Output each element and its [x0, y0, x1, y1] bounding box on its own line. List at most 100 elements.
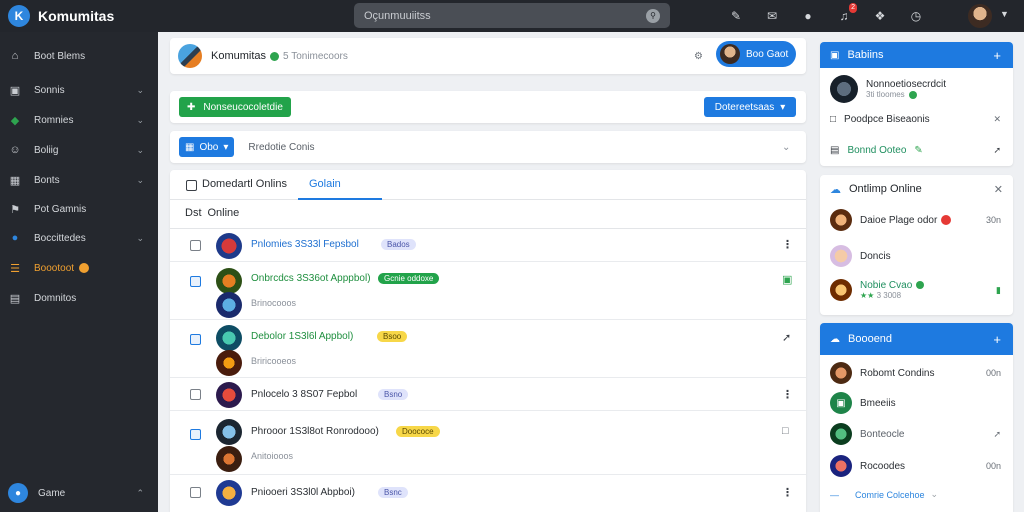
sidebar-bottom-label: Game: [38, 487, 66, 499]
create-post-button[interactable]: ✚ Nonseucocoletdie: [179, 97, 291, 117]
list-item[interactable]: Pniooeri 3S3l0l Abpboi) Bsnc ⋮: [170, 475, 806, 512]
item-time: 00n: [985, 368, 1001, 378]
user-time: 30n: [985, 215, 1001, 225]
panel-header: ☁ Ontlimp Online ✕: [820, 175, 1013, 203]
sidebar-item-pot-gamnis[interactable]: ⚑ Pot Gamnis: [0, 197, 158, 221]
post-tag: Bsoo: [377, 331, 408, 342]
brand[interactable]: K Komumitas: [0, 5, 160, 27]
list-item[interactable]: Debolor 1S3l6l Appbol) Bsoo Briricooeos …: [170, 320, 806, 378]
pin-icon[interactable]: ➚: [993, 145, 1001, 156]
sidebar-item-romnies[interactable]: ◆ Romnies ⌄: [0, 108, 158, 132]
sidebar-item-domnitos[interactable]: ▤ Domnitos: [0, 286, 158, 310]
chat-icon[interactable]: ✉: [764, 8, 780, 24]
select-all-checkbox[interactable]: [186, 180, 197, 191]
list-item[interactable]: Pnlomies 3S33l Fepsbol Bados ⋮: [170, 229, 806, 262]
home-icon: ⌂: [11, 50, 19, 62]
circle-icon: ●: [11, 232, 19, 244]
post-title[interactable]: Phrooor 1S3l8ot Ronrodooo): [251, 426, 379, 437]
panel-list-item[interactable]: Rocoodes 00n: [830, 455, 1005, 477]
sort-button[interactable]: Dotereetsaas ▾: [704, 97, 796, 117]
row-checkbox[interactable]: [190, 487, 201, 498]
clock-icon[interactable]: ◷: [908, 8, 924, 24]
filter-label: Rredotie Conis: [248, 141, 315, 153]
panel-list-item[interactable]: Bonteocle ➚: [830, 423, 1005, 445]
more-menu-icon[interactable]: ⋮: [782, 238, 793, 251]
add-icon[interactable]: +: [993, 48, 1001, 63]
post-title[interactable]: Pnlocelo 3 8S07 Fepbol: [251, 389, 357, 400]
row-checkbox[interactable]: [190, 276, 201, 287]
row-checkbox[interactable]: [190, 389, 201, 400]
sidebar-item-boootoot[interactable]: ☰ Boootoot: [0, 256, 158, 280]
panel-list-item[interactable]: ▤ Bonnd Ooteo ✎ ➚: [830, 145, 1005, 156]
post-title[interactable]: Pniooeri 3S3l0l Abpboi): [251, 487, 355, 498]
sidebar-item-sonnis[interactable]: ▣ Sonnis ⌄: [0, 78, 158, 102]
edit-icon[interactable]: ✎: [728, 8, 744, 24]
search-icon[interactable]: ⚲: [646, 8, 660, 23]
chevron-down-icon[interactable]: ▼: [1000, 9, 1009, 19]
settings-icon[interactable]: ⚙: [694, 51, 703, 62]
more-menu-icon[interactable]: ⋮: [782, 388, 793, 401]
chevron-down-icon: ⌄: [136, 114, 144, 125]
item-name: Rocoodes: [860, 460, 906, 472]
search-input[interactable]: Oçunmuuiitss: [364, 10, 646, 22]
post-title[interactable]: Onbrcdcs 3S36ot Apppbol): [251, 273, 371, 284]
sidebar-item-bonts[interactable]: ▦ Bonts ⌄: [0, 168, 158, 192]
list-item[interactable]: Phrooor 1S3l8ot Ronrodooo) Doococe Anito…: [170, 411, 806, 475]
community-meta: 5 Tonimecoors: [283, 50, 348, 62]
post-author: Brinocooos: [251, 298, 297, 308]
search-bar[interactable]: Oçunmuuiitss ⚲: [354, 3, 670, 28]
sidebar-item-boliig[interactable]: ☺ Boliig ⌄: [0, 138, 158, 162]
row-checkbox[interactable]: [190, 429, 201, 440]
tab-golain[interactable]: Golain: [298, 170, 382, 200]
panel-footer-link[interactable]: — Comrie Colcehoe ⌄: [830, 489, 1005, 500]
online-user[interactable]: Daioe Plage odor 30n: [830, 209, 1005, 231]
sidebar-item-label: Boliig: [34, 144, 59, 156]
panel-list-item[interactable]: ▣ Bmeeiis: [830, 392, 1005, 414]
post-list: Domedartl Onlins Golain Dst Online Pnlomi…: [170, 170, 806, 512]
post-avatar: [216, 233, 242, 259]
sidebar-item-boccittedes[interactable]: ● Boccittedes ⌄: [0, 226, 158, 250]
image-icon[interactable]: ▣: [782, 273, 792, 286]
community-name[interactable]: Komumitas: [211, 50, 266, 62]
item-name: Bonteocle: [860, 428, 905, 440]
pin-icon[interactable]: ➚: [782, 331, 791, 344]
puzzle-icon[interactable]: ❖: [872, 8, 888, 24]
post-title[interactable]: Pnlomies 3S33l Fepsbol: [251, 239, 359, 250]
add-icon[interactable]: +: [993, 332, 1001, 347]
filter-button[interactable]: ▦ Obo ▾: [179, 137, 235, 157]
dist-label: Online: [207, 207, 240, 219]
doc-icon: ▤: [9, 292, 21, 305]
more-menu-icon[interactable]: ⋮: [782, 486, 793, 499]
user-avatar[interactable]: [968, 4, 992, 28]
bell-icon[interactable]: ♫ 2: [836, 3, 857, 24]
sidebar-game-toggle[interactable]: ● Game ⌃: [0, 480, 158, 506]
panel-list-item[interactable]: □ Poodpce Biseaonis ✕: [830, 114, 1005, 125]
close-icon[interactable]: ✕: [994, 183, 1003, 196]
online-user[interactable]: Nobie Cvao ★★ 3 3008 ▮: [830, 279, 1005, 301]
tab-domedartl[interactable]: Domedartl Onlins: [202, 178, 287, 190]
image-icon[interactable]: □: [782, 425, 789, 437]
sidebar-item-home[interactable]: ⌂ Boot Blems: [0, 44, 158, 68]
chevron-down-icon[interactable]: ⌄: [782, 142, 790, 153]
row-checkbox[interactable]: [190, 334, 201, 345]
close-icon[interactable]: ✕: [993, 114, 1001, 125]
list-item[interactable]: Onbrcdcs 3S36ot Apppbol) Gcnie oddoxe Br…: [170, 262, 806, 320]
chevron-up-icon: ⌃: [136, 487, 144, 498]
star-icon: ★★: [860, 291, 875, 300]
row-checkbox[interactable]: [190, 240, 201, 251]
messenger-icon[interactable]: ●: [800, 8, 816, 24]
join-button[interactable]: Boo Gaot: [716, 41, 796, 67]
pin-icon[interactable]: ➚: [993, 429, 1001, 440]
panel-list-item[interactable]: Nonnoetiosecrdcit 3ti tloomes: [830, 75, 1005, 103]
online-user[interactable]: Doncis: [830, 245, 1005, 267]
post-tag: Bados: [381, 239, 416, 250]
community-avatar[interactable]: [178, 44, 202, 68]
app-icon: ▣: [830, 392, 852, 414]
join-label: Boo Gaot: [746, 48, 789, 60]
post-avatar: [216, 268, 242, 294]
filter-button-label: Obo: [199, 141, 219, 153]
post-title[interactable]: Debolor 1S3l6l Appbol): [251, 331, 353, 342]
member-name: Nonnoetiosecrdcit: [866, 79, 947, 90]
list-item[interactable]: Pnlocelo 3 8S07 Fepbol Bsno ⋮: [170, 378, 806, 411]
panel-list-item[interactable]: Robomt Condins 00n: [830, 362, 1005, 384]
